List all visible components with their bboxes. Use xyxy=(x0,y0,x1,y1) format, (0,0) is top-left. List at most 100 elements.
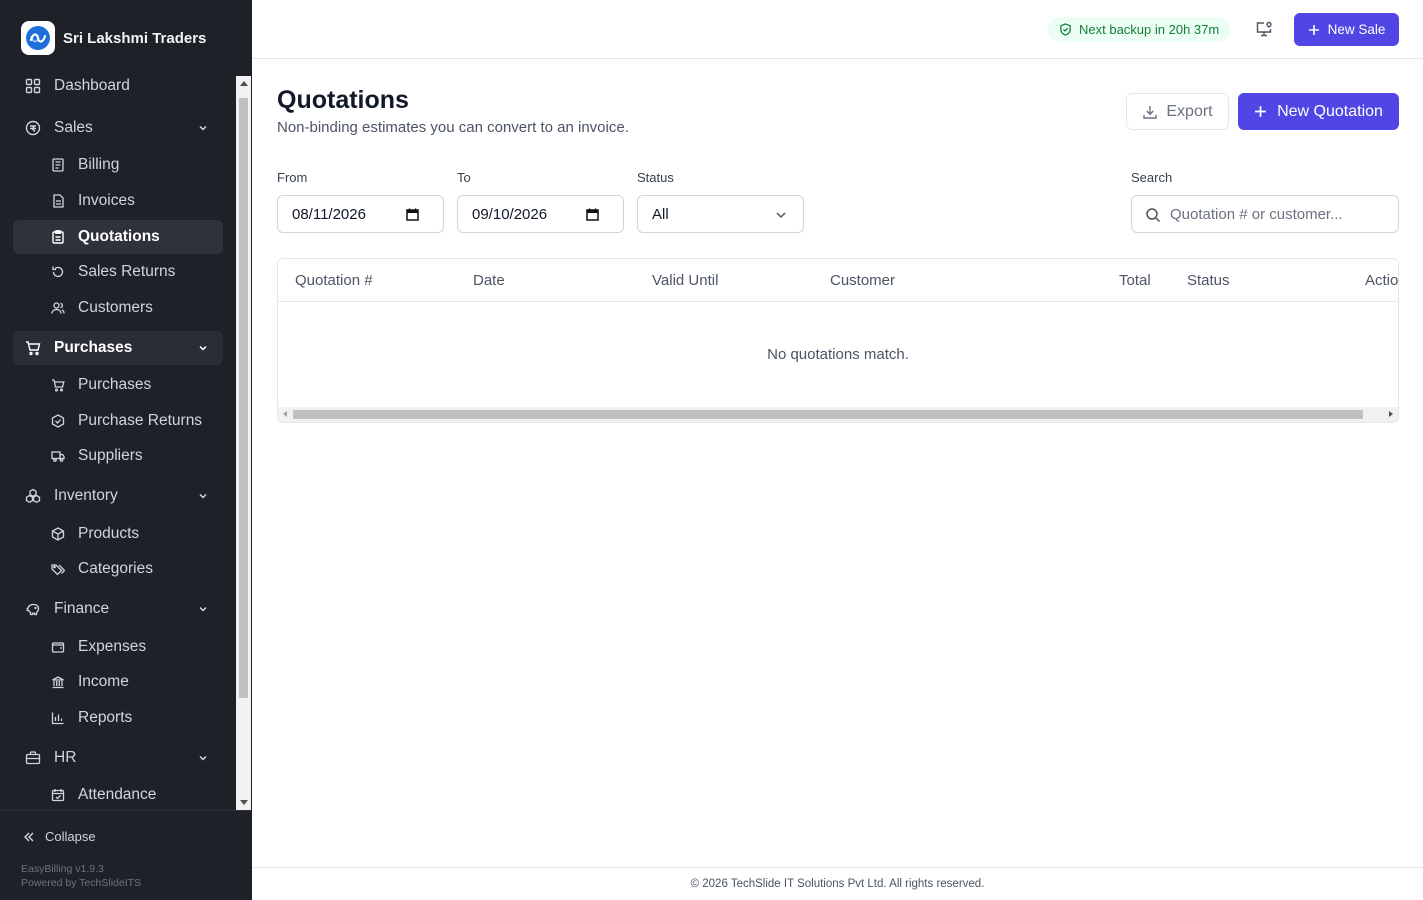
scroll-down-arrow-icon[interactable] xyxy=(240,800,248,805)
search-placeholder: Quotation # or customer... xyxy=(1170,205,1343,223)
sidebar-item-label: Suppliers xyxy=(78,447,143,464)
sidebar-item-invoices[interactable]: Invoices xyxy=(13,184,223,218)
column-header-quotation-number[interactable]: Quotation # xyxy=(295,272,373,289)
scrollbar-thumb[interactable] xyxy=(293,410,1363,419)
boxes-icon xyxy=(25,488,41,504)
column-header-total[interactable]: Total xyxy=(1119,272,1151,289)
new-quotation-button[interactable]: New Quotation xyxy=(1238,93,1399,130)
column-header-valid-until[interactable]: Valid Until xyxy=(652,272,718,289)
display-settings-button[interactable] xyxy=(1255,20,1275,40)
export-button[interactable]: Export xyxy=(1126,93,1229,130)
sidebar-item-label: Categories xyxy=(78,560,153,577)
sidebar-item-billing[interactable]: Billing xyxy=(13,148,223,182)
sidebar-item-purchases[interactable]: Purchases xyxy=(13,368,223,402)
billing-icon xyxy=(51,158,65,172)
calendar-icon[interactable] xyxy=(406,208,419,221)
sidebar-item-label: Purchases xyxy=(54,339,133,356)
search-input[interactable]: Quotation # or customer... xyxy=(1131,195,1399,233)
chevron-down-icon[interactable] xyxy=(197,490,209,502)
page-title: Quotations xyxy=(277,86,409,114)
top-bar: Next backup in 20h 37m New Sale xyxy=(252,0,1423,59)
sidebar-item-purchases-group[interactable]: Purchases xyxy=(13,331,223,365)
chevrons-left-icon xyxy=(24,832,34,841)
sidebar-item-label: Sales xyxy=(54,119,93,136)
invoice-icon xyxy=(51,194,65,208)
purchase-return-icon xyxy=(51,414,65,428)
status-label: Status xyxy=(637,170,674,185)
monitor-icon xyxy=(1256,21,1272,37)
collapse-button[interactable]: Collapse xyxy=(23,829,96,844)
tags-icon xyxy=(51,562,65,576)
package-icon xyxy=(51,527,65,541)
empty-state-message: No quotations match. xyxy=(767,346,909,363)
sidebar-item-label: Expenses xyxy=(78,638,147,655)
new-sale-button[interactable]: New Sale xyxy=(1294,13,1399,46)
search-label: Search xyxy=(1131,170,1173,185)
scroll-left-arrow-icon[interactable] xyxy=(283,411,287,417)
brand[interactable]: Sri Lakshmi Traders xyxy=(21,21,206,55)
to-date-value: 09/10/2026 xyxy=(472,205,548,223)
cart-icon xyxy=(51,378,65,392)
calendar-check-icon xyxy=(51,788,65,802)
chevron-down-icon[interactable] xyxy=(197,752,209,764)
sidebar-item-quotations[interactable]: Quotations xyxy=(13,220,223,254)
chevron-down-icon[interactable] xyxy=(197,342,209,354)
sidebar-item-label: Quotations xyxy=(78,228,160,245)
sidebar-item-reports[interactable]: Reports xyxy=(13,701,223,735)
table-header: Quotation # Date Valid Until Customer To… xyxy=(278,259,1399,302)
scroll-up-arrow-icon[interactable] xyxy=(240,81,248,86)
piggy-bank-icon xyxy=(25,601,41,617)
dashboard-icon xyxy=(25,78,41,94)
brand-name: Sri Lakshmi Traders xyxy=(63,29,207,47)
plus-icon xyxy=(1308,24,1319,35)
table-horizontal-scrollbar[interactable] xyxy=(278,407,1398,422)
sidebar-item-label: Billing xyxy=(78,156,120,173)
new-quotation-label: New Quotation xyxy=(1277,102,1383,120)
column-header-customer[interactable]: Customer xyxy=(830,272,895,289)
version-text: EasyBilling v1.9.3 xyxy=(21,863,104,875)
sidebar-item-income[interactable]: Income xyxy=(13,665,223,699)
wallet-icon xyxy=(51,640,65,654)
scrollbar-thumb[interactable] xyxy=(239,98,248,698)
column-header-status[interactable]: Status xyxy=(1187,272,1230,289)
download-icon xyxy=(1143,105,1158,119)
sidebar-item-purchase-returns[interactable]: Purchase Returns xyxy=(13,404,223,438)
scroll-right-arrow-icon[interactable] xyxy=(1389,411,1393,417)
search-icon xyxy=(1146,208,1161,223)
sidebar-item-label: Sales Returns xyxy=(78,263,176,280)
quotations-table: Quotation # Date Valid Until Customer To… xyxy=(277,258,1399,423)
sidebar-item-customers[interactable]: Customers xyxy=(13,291,223,325)
from-date-input[interactable]: 08/11/2026 xyxy=(277,195,444,233)
sidebar-item-expenses[interactable]: Expenses xyxy=(13,630,223,664)
sidebar-item-categories[interactable]: Categories xyxy=(13,552,223,586)
sidebar-item-sales[interactable]: Sales xyxy=(13,111,223,145)
briefcase-icon xyxy=(25,750,41,766)
sidebar-item-inventory[interactable]: Inventory xyxy=(13,479,223,513)
sidebar-item-suppliers[interactable]: Suppliers xyxy=(13,439,223,473)
sidebar-item-attendance[interactable]: Attendance xyxy=(13,778,223,810)
sidebar-item-finance[interactable]: Finance xyxy=(13,592,223,626)
chevron-down-icon[interactable] xyxy=(197,122,209,134)
from-date-label: From xyxy=(277,170,308,185)
sidebar-item-label: Dashboard xyxy=(54,77,130,94)
backup-status-badge[interactable]: Next backup in 20h 37m xyxy=(1048,17,1231,42)
status-select[interactable]: All xyxy=(637,195,804,233)
sidebar-item-sales-returns[interactable]: Sales Returns xyxy=(13,255,223,289)
to-date-input[interactable]: 09/10/2026 xyxy=(457,195,624,233)
chevron-down-icon[interactable] xyxy=(197,603,209,615)
sidebar-item-dashboard[interactable]: Dashboard xyxy=(13,69,223,103)
collapse-label: Collapse xyxy=(45,829,96,844)
sidebar-item-label: Purchases xyxy=(78,376,152,393)
bar-chart-icon xyxy=(51,711,65,725)
sidebar-item-products[interactable]: Products xyxy=(13,517,223,551)
sidebar-scrollbar[interactable] xyxy=(236,76,251,810)
backup-status-text: Next backup in 20h 37m xyxy=(1079,22,1220,37)
sidebar-item-hr[interactable]: HR xyxy=(13,741,223,775)
column-header-actions: Actio xyxy=(1365,272,1399,289)
calendar-icon[interactable] xyxy=(586,208,599,221)
sidebar-item-label: HR xyxy=(54,749,77,766)
sidebar-nav: Dashboard Sales Billing Invoices Quotati… xyxy=(0,68,236,810)
column-header-date[interactable]: Date xyxy=(473,272,505,289)
truck-icon xyxy=(51,449,65,463)
sidebar-item-label: Reports xyxy=(78,709,133,726)
